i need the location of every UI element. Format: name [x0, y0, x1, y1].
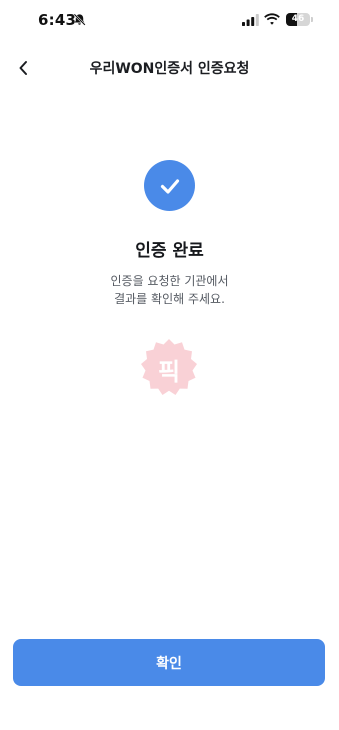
checkmark-icon [160, 178, 179, 194]
battery-icon: 46 [286, 13, 310, 26]
bell-slash-icon [73, 13, 86, 26]
header: 우리WON인증서 인증요청 [0, 50, 339, 86]
completion-title: 인증 완료 [135, 241, 204, 261]
chevron-left-icon [19, 61, 27, 75]
completion-message-line-1: 인증을 요청한 기관에서 [110, 274, 229, 288]
back-button[interactable] [10, 55, 36, 81]
signal-icon [242, 14, 259, 26]
success-badge [144, 160, 195, 211]
battery-tip [311, 17, 313, 22]
battery-percent: 46 [291, 14, 305, 24]
watermark-text: 픽 [157, 358, 181, 386]
completion-message-line-2: 결과를 확인해 주세요. [114, 292, 225, 306]
watermark-stamp: 픽 [139, 337, 199, 397]
completion-message: 인증을 요청한 기관에서 결과를 확인해 주세요. [40, 272, 299, 308]
page-title: 우리WON인증서 인증요청 [89, 61, 250, 77]
confirm-button[interactable]: 확인 [13, 639, 325, 686]
status-bar: 6:43 46 [0, 0, 339, 44]
status-time: 6:43 [38, 11, 77, 29]
wifi-icon [264, 13, 280, 25]
